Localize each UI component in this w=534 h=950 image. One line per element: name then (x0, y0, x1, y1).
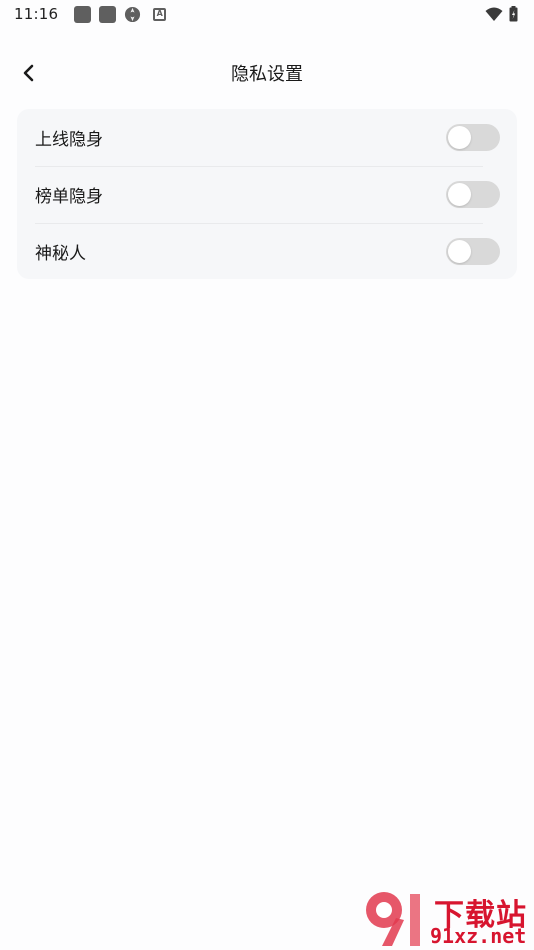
chevron-left-icon (23, 64, 34, 82)
online-invisible-toggle[interactable] (446, 124, 500, 151)
status-bar: 11:16 A (0, 0, 534, 28)
status-right (485, 6, 518, 22)
page-title: 隐私设置 (231, 64, 303, 85)
a-icon: A (153, 7, 167, 21)
privacy-settings-card: 上线隐身 榜单隐身 神秘人 (17, 109, 517, 279)
privacy-settings-screen: 11:16 A 隐私设置 上线隐身 榜单隐身 神秘人 下载站 91xz.net (0, 0, 534, 950)
row-label: 神秘人 (35, 244, 86, 264)
status-left: 11:16 A (14, 5, 167, 23)
app-icon (99, 5, 117, 23)
toggle-knob (448, 240, 471, 263)
ranking-invisible-toggle[interactable] (446, 181, 500, 208)
wifi-icon (485, 7, 503, 21)
watermark: 下载站 91xz.net (362, 888, 532, 948)
watermark-logo (366, 892, 420, 946)
settings-row-mystery-person[interactable]: 神秘人 (17, 223, 517, 280)
settings-row-online-invisible[interactable]: 上线隐身 (17, 109, 517, 166)
app-icon (74, 5, 92, 23)
mystery-person-toggle[interactable] (446, 238, 500, 265)
row-label: 上线隐身 (35, 130, 103, 150)
battery-icon (509, 6, 518, 22)
row-label: 榜单隐身 (35, 187, 103, 207)
header: 隐私设置 (0, 48, 534, 98)
aperture-icon (125, 6, 141, 22)
settings-row-ranking-invisible[interactable]: 榜单隐身 (17, 166, 517, 223)
toggle-knob (448, 183, 471, 206)
watermark-url: 91xz.net (430, 924, 527, 948)
toggle-knob (448, 126, 471, 149)
back-button[interactable] (16, 60, 42, 86)
status-time: 11:16 (14, 5, 59, 23)
